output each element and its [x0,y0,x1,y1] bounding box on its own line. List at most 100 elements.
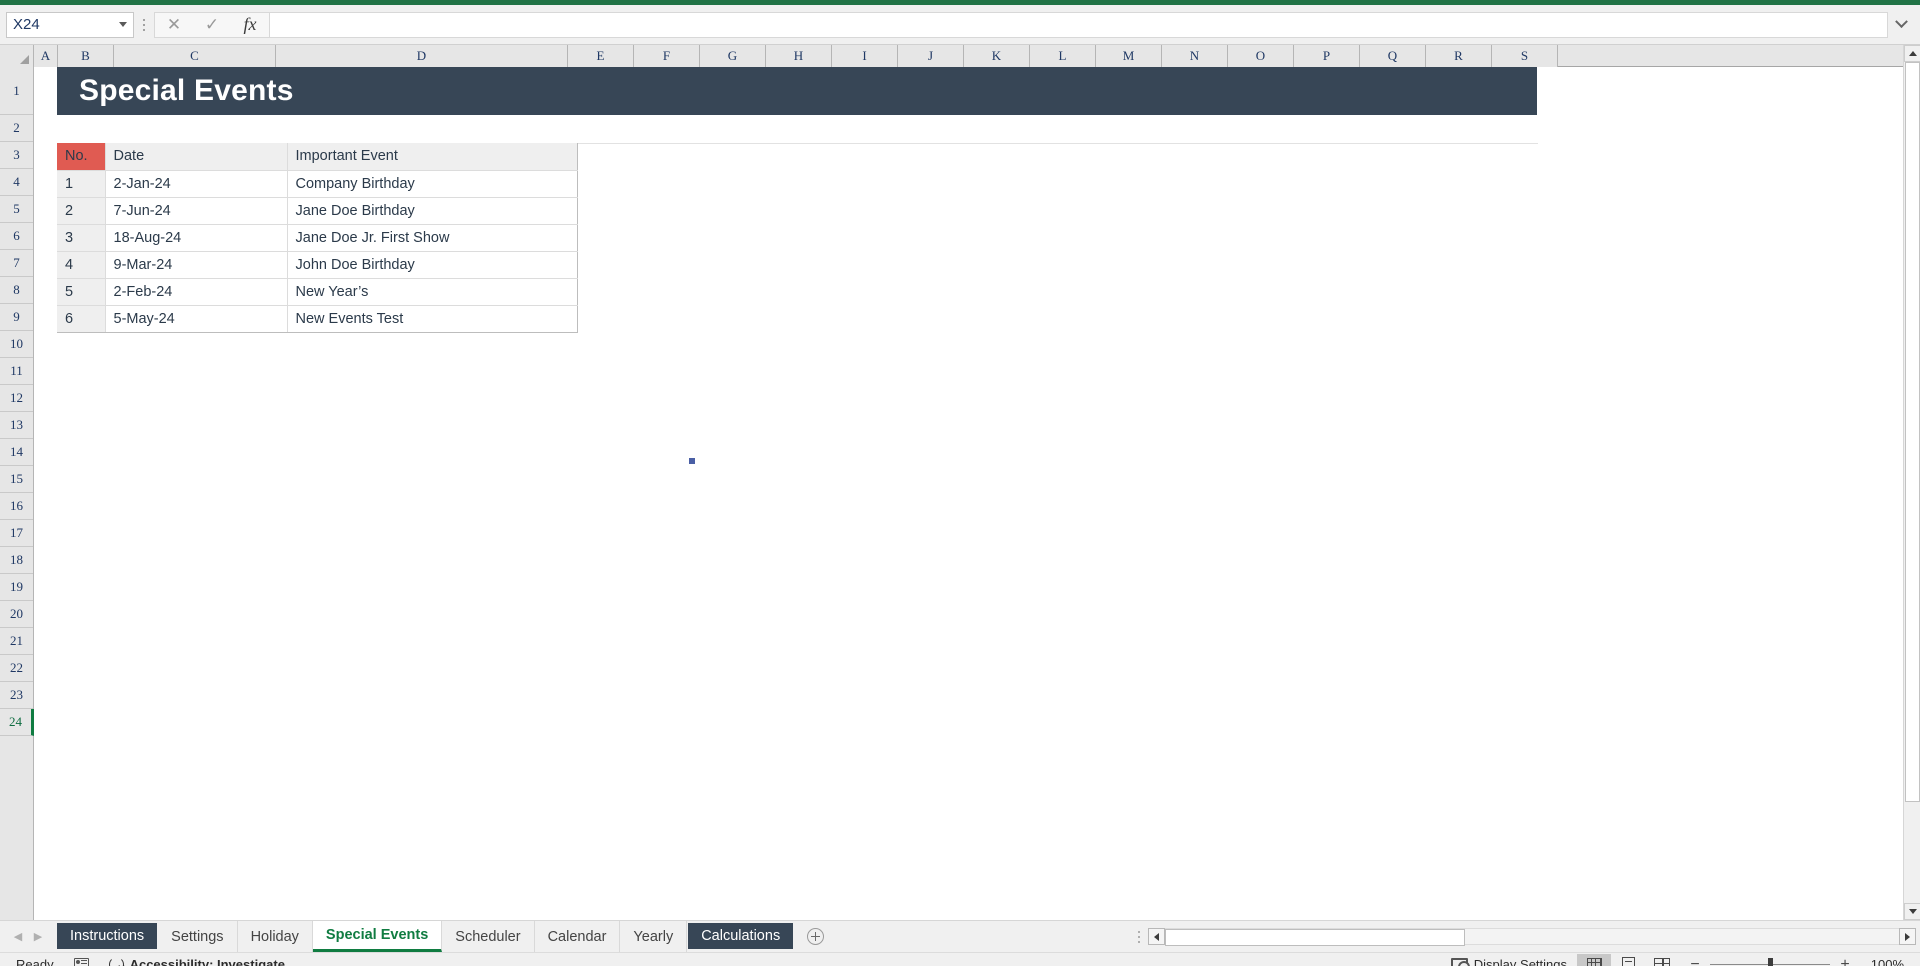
vertical-scroll-thumb[interactable] [1905,62,1920,802]
add-sheet-button[interactable] [794,921,836,952]
cell-date[interactable]: 7-Jun-24 [105,197,288,225]
column-header-C[interactable]: C [114,45,276,67]
row-header-7[interactable]: 7 [0,250,33,277]
tabbar-splitter-grip[interactable] [1130,930,1148,943]
cell-no[interactable]: 1 [57,170,106,198]
row-header-24[interactable]: 24 [0,709,34,736]
cell-event[interactable]: Company Birthday [287,170,578,198]
nav-prev-arrow-icon[interactable]: ◀ [14,930,22,943]
column-header-P[interactable]: P [1294,45,1360,67]
column-header-B[interactable]: B [58,45,114,67]
row-header-8[interactable]: 8 [0,277,33,304]
row-header-12[interactable]: 12 [0,385,33,412]
row-header-9[interactable]: 9 [0,304,33,331]
cell-date[interactable]: 5-May-24 [105,305,288,333]
page-break-view-button[interactable] [1645,954,1679,966]
column-header-H[interactable]: H [766,45,832,67]
formula-bar-grip[interactable] [134,12,154,38]
select-all-corner[interactable] [0,45,34,67]
row-header-22[interactable]: 22 [0,655,33,682]
horizontal-scroll-thumb[interactable] [1165,929,1465,946]
row-header-14[interactable]: 14 [0,439,33,466]
confirm-check-icon[interactable]: ✓ [193,13,231,37]
row-header-4[interactable]: 4 [0,169,33,196]
row-header-1[interactable]: 1 [0,67,33,115]
formula-input[interactable] [269,11,1888,38]
cell-date[interactable]: 2-Jan-24 [105,170,288,198]
vertical-scroll-track[interactable] [1904,802,1920,903]
cell-date[interactable]: 18-Aug-24 [105,224,288,252]
sheet-tab-calendar[interactable]: Calendar [534,921,621,952]
column-header-Q[interactable]: Q [1360,45,1426,67]
cell-date[interactable]: 9-Mar-24 [105,251,288,279]
sheet-tab-special-events[interactable]: Special Events [312,921,443,952]
table-row[interactable]: 5 2-Feb-24 New Year’s [57,278,578,306]
cell-no[interactable]: 4 [57,251,106,279]
sheet-tab-yearly[interactable]: Yearly [620,921,688,952]
cell-event[interactable]: Jane Doe Jr. First Show [287,224,578,252]
zoom-control[interactable]: − + 100% [1679,956,1914,966]
scroll-down-arrow-icon[interactable] [1904,903,1920,920]
cell-event[interactable]: John Doe Birthday [287,251,578,279]
row-header-5[interactable]: 5 [0,196,33,223]
sheet-tab-scheduler[interactable]: Scheduler [442,921,535,952]
sheet-tab-settings[interactable]: Settings [158,921,238,952]
name-box[interactable]: X24 [6,11,134,38]
vertical-scrollbar[interactable] [1903,45,1920,920]
cell-event[interactable]: New Year’s [287,278,578,306]
column-header-M[interactable]: M [1096,45,1162,67]
chevron-down-icon[interactable] [119,22,127,27]
row-header-18[interactable]: 18 [0,547,33,574]
fill-handle[interactable] [688,457,696,465]
cell-no[interactable]: 2 [57,197,106,225]
column-header-G[interactable]: G [700,45,766,67]
table-row[interactable]: 1 2-Jan-24 Company Birthday [57,170,578,198]
page-layout-view-button[interactable] [1611,954,1645,966]
formula-bar-expand-button[interactable] [1888,12,1914,38]
column-header-J[interactable]: J [898,45,964,67]
row-header-19[interactable]: 19 [0,574,33,601]
column-header-D[interactable]: D [276,45,568,67]
horizontal-scrollbar[interactable] [1130,921,1920,952]
row-header-10[interactable]: 10 [0,331,33,358]
normal-view-button[interactable] [1577,953,1611,966]
column-header-I[interactable]: I [832,45,898,67]
column-header-N[interactable]: N [1162,45,1228,67]
cell-no[interactable]: 5 [57,278,106,306]
column-header-F[interactable]: F [634,45,700,67]
row-header-20[interactable]: 20 [0,601,33,628]
table-row[interactable]: 4 9-Mar-24 John Doe Birthday [57,251,578,279]
column-header-R[interactable]: R [1426,45,1492,67]
nav-next-arrow-icon[interactable]: ▶ [34,930,42,943]
row-header-11[interactable]: 11 [0,358,33,385]
row-header-3[interactable]: 3 [0,142,33,169]
display-settings-button[interactable]: Display Settings [1441,957,1577,966]
sheet-nav-arrows[interactable]: ◀ ▶ [0,921,56,952]
table-row[interactable]: 3 18-Aug-24 Jane Doe Jr. First Show [57,224,578,252]
zoom-slider[interactable] [1710,958,1830,966]
column-header-O[interactable]: O [1228,45,1294,67]
accessibility-status[interactable]: Accessibility: Investigate [99,957,295,966]
cell-event[interactable]: Jane Doe Birthday [287,197,578,225]
cell-no[interactable]: 3 [57,224,106,252]
zoom-out-button[interactable]: − [1689,956,1701,966]
column-header-E[interactable]: E [568,45,634,67]
column-header-S[interactable]: S [1492,45,1558,67]
sheet-tab-calculations[interactable]: Calculations [688,923,794,949]
column-header-K[interactable]: K [964,45,1030,67]
cell-event[interactable]: New Events Test [287,305,578,333]
scroll-up-arrow-icon[interactable] [1904,45,1920,62]
zoom-level-label[interactable]: 100% [1860,957,1904,966]
column-header-A[interactable]: A [34,45,58,67]
zoom-slider-thumb[interactable] [1768,958,1773,966]
zoom-in-button[interactable]: + [1839,956,1851,966]
hscroll-right-arrow-icon[interactable] [1899,928,1916,945]
row-header-21[interactable]: 21 [0,628,33,655]
sheet-tab-instructions[interactable]: Instructions [57,923,158,949]
horizontal-scroll-track[interactable] [1165,928,1899,946]
sheet-tab-holiday[interactable]: Holiday [237,921,313,952]
row-header-16[interactable]: 16 [0,493,33,520]
row-header-15[interactable]: 15 [0,466,33,493]
sheet-canvas[interactable]: Special Events No. Date Important Event … [34,67,1920,920]
hscroll-left-arrow-icon[interactable] [1148,928,1165,945]
